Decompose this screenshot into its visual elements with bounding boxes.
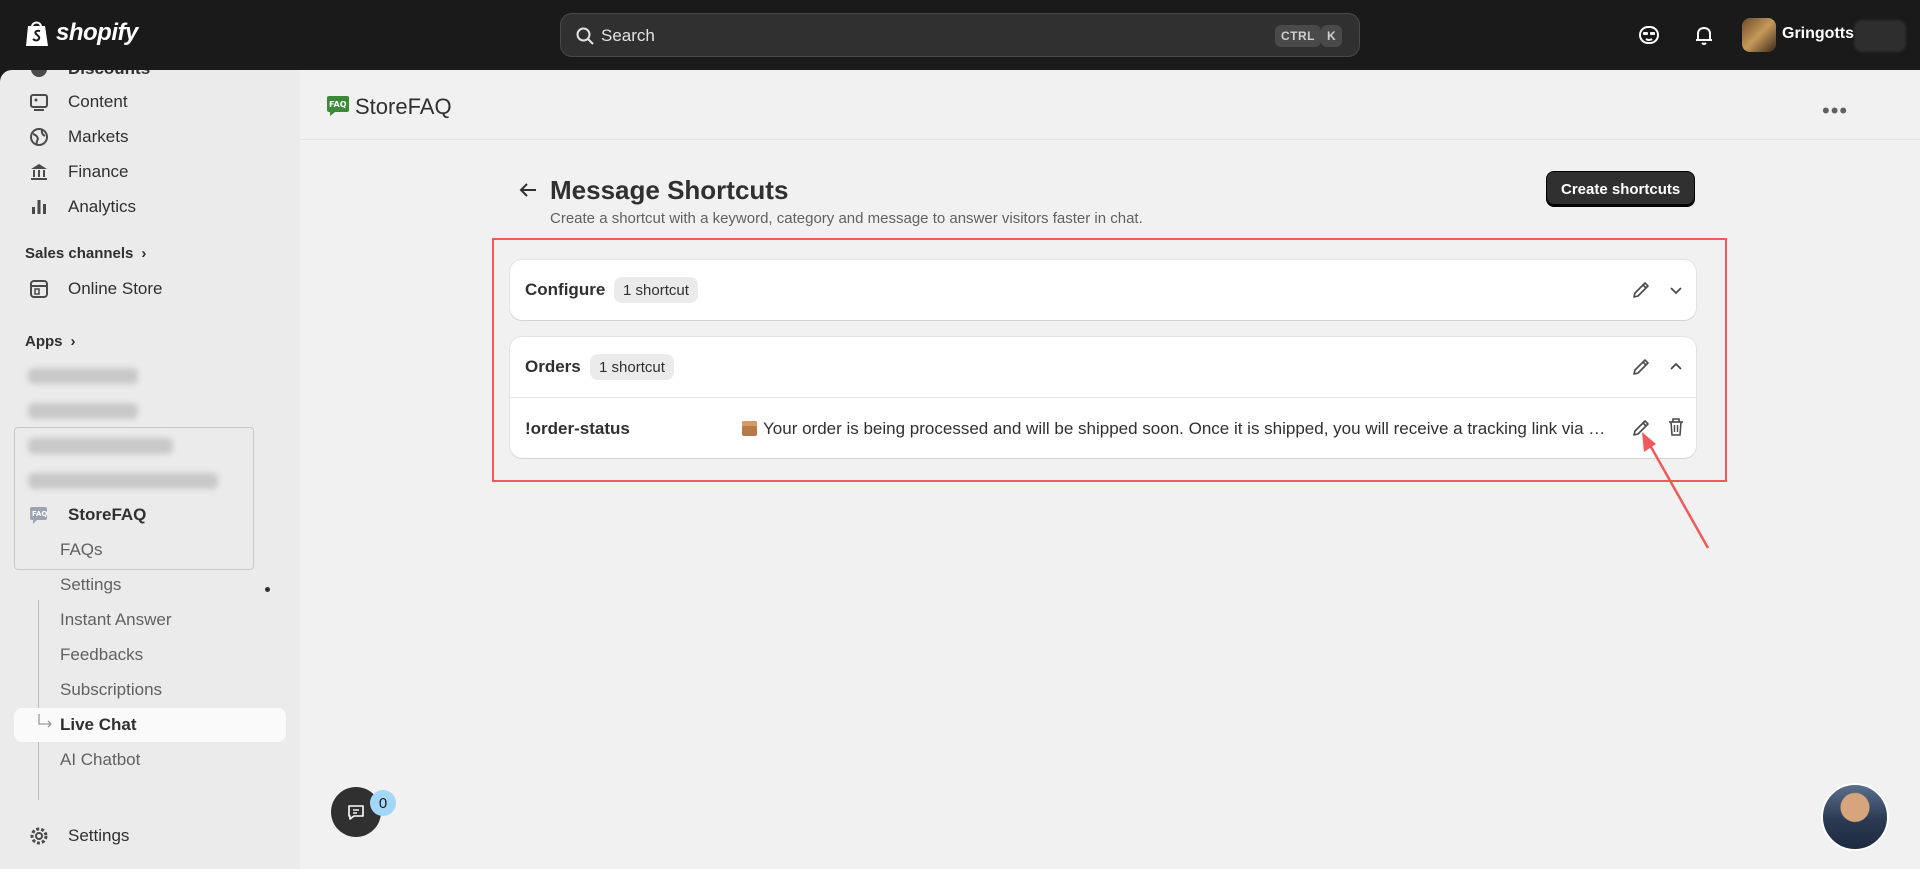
blurred-app-2: [28, 403, 138, 419]
category-header[interactable]: Configure 1 shortcut: [510, 260, 1696, 320]
discount-icon: [31, 70, 47, 77]
shopify-bag-icon: [26, 21, 48, 46]
store-icon: [30, 280, 48, 298]
category-name: Orders: [525, 357, 581, 376]
shortcut-key-ctrl: CTRL: [1275, 25, 1321, 47]
apps-heading[interactable]: Apps ›: [25, 333, 76, 350]
page-title: Message Shortcuts: [550, 175, 789, 205]
sidebar-subitem-label: Instant Answer: [60, 610, 172, 629]
faq-app-icon: FAQ: [327, 96, 349, 116]
globe-icon: [30, 128, 48, 146]
sales-channels-label: Sales channels: [25, 245, 134, 262]
chat-icon: [348, 805, 364, 820]
main-content: FAQ StoreFAQ ••• Message Shortcuts Creat…: [300, 70, 1920, 869]
support-agent-avatar[interactable]: [1821, 783, 1889, 851]
category-card-orders: Orders 1 shortcut !order-status Your ord…: [510, 337, 1696, 458]
create-shortcuts-button[interactable]: Create shortcuts: [1546, 171, 1696, 207]
sidebar-item-label: Finance: [68, 162, 129, 181]
shopify-logo[interactable]: shopify: [24, 18, 138, 48]
sidebar-subitem-ai-chatbot[interactable]: AI Chatbot: [14, 743, 286, 777]
chat-count-badge: 0: [370, 790, 396, 816]
sidebar-subitem-settings[interactable]: Settings: [14, 568, 286, 602]
shortcut-key-k: K: [1321, 25, 1343, 47]
sidebar-item-label: Online Store: [68, 279, 163, 298]
more-options-icon[interactable]: •••: [1822, 98, 1848, 124]
sidebar-subitem-label: Settings: [60, 575, 122, 594]
shortcut-keyword: !order-status: [525, 419, 630, 438]
sidebar-subitem-subscriptions[interactable]: Subscriptions: [14, 673, 286, 707]
brand-name: shopify: [56, 19, 138, 46]
bank-icon: [31, 164, 47, 180]
store-avatar[interactable]: [1742, 18, 1776, 52]
sidebar-subitem-faqs[interactable]: FAQs: [14, 533, 286, 567]
sidebar-subitem-label: AI Chatbot: [60, 750, 141, 769]
sidebar-item-storefaq[interactable]: FAQ StoreFAQ: [14, 498, 286, 532]
store-badge-blurred: [1854, 20, 1906, 52]
store-name[interactable]: Gringotts: [1782, 25, 1854, 43]
sidebar-item-online-store[interactable]: Online Store: [14, 272, 286, 306]
bell-icon[interactable]: [1692, 23, 1716, 47]
category-card-configure: Configure 1 shortcut: [510, 260, 1696, 320]
sidebar: Discounts Content Markets Finance Analyt…: [0, 70, 300, 869]
sidebar-subitem-label: Live Chat: [60, 715, 137, 734]
sidebar-subitem-live-chat[interactable]: Live Chat: [14, 708, 286, 742]
sidebar-subitem-feedbacks[interactable]: Feedbacks: [14, 638, 286, 672]
sales-channels-heading[interactable]: Sales channels ›: [25, 245, 146, 262]
shortcut-message-text: Your order is being processed and will b…: [763, 419, 1612, 438]
annotation-arrow-icon: [1642, 432, 1710, 549]
sidebar-item-settings[interactable]: Settings: [14, 819, 286, 853]
svg-text:FAQ: FAQ: [32, 510, 47, 518]
chevron-down-icon[interactable]: [1665, 279, 1687, 301]
sidebar-subitem-label: FAQs: [60, 540, 103, 559]
app-header: FAQ StoreFAQ •••: [300, 70, 1920, 140]
app-title: StoreFAQ: [355, 94, 452, 119]
sidebar-item-label: StoreFAQ: [68, 505, 147, 524]
sidebar-item-analytics[interactable]: Analytics: [14, 190, 286, 224]
sidebar-item-content[interactable]: Content: [14, 85, 286, 119]
sidebar-item-finance[interactable]: Finance: [14, 155, 286, 189]
sidebar-item-label: Settings: [68, 826, 130, 845]
sidebar-item-discounts[interactable]: Discounts: [14, 70, 286, 86]
tree-branch-icon: [38, 714, 52, 728]
shortcut-row[interactable]: !order-status Your order is being proces…: [510, 397, 1696, 458]
shortcut-count-badge: 1 shortcut: [614, 277, 698, 303]
search-bar[interactable]: Search CTRL K: [560, 13, 1360, 57]
blurred-app-4: [28, 473, 218, 489]
chevron-right-icon: ›: [70, 333, 76, 350]
app-icon-text: FAQ: [329, 100, 347, 109]
edit-pencil-icon[interactable]: [1630, 356, 1652, 378]
category-name: Configure: [525, 280, 606, 299]
shortcut-message: Your order is being processed and will b…: [742, 419, 1612, 439]
sidebar-item-markets[interactable]: Markets: [14, 120, 286, 154]
sidebar-item-label: Analytics: [68, 197, 137, 216]
top-bar: shopify Search CTRL K Gringotts: [0, 0, 1920, 70]
search-icon: [576, 27, 594, 45]
back-arrow-icon[interactable]: [516, 178, 540, 202]
sidebar-item-label: Markets: [68, 127, 129, 146]
chevron-up-icon[interactable]: [1665, 356, 1687, 378]
content-icon: [30, 94, 48, 111]
shortcut-count-badge: 1 shortcut: [590, 354, 674, 380]
category-header[interactable]: Orders 1 shortcut: [510, 337, 1696, 397]
package-icon: [742, 421, 757, 436]
blurred-app-3: [28, 438, 173, 454]
faq-app-icon: FAQ: [30, 507, 47, 524]
chevron-right-icon: ›: [141, 245, 147, 262]
sidebar-subitem-label: Feedbacks: [60, 645, 144, 664]
sidebar-subitem-label: Subscriptions: [60, 680, 163, 699]
gear-icon: [30, 827, 48, 845]
page-subtitle: Create a shortcut with a keyword, catego…: [550, 210, 1143, 227]
sidebar-item-label: Content: [68, 92, 128, 111]
sidebar-subitem-instant-answer[interactable]: Instant Answer: [14, 603, 286, 637]
support-icon[interactable]: [1637, 23, 1661, 47]
blurred-app-1: [28, 368, 138, 384]
bar-chart-icon: [32, 200, 46, 214]
sidebar-item-label: Discounts: [68, 70, 150, 79]
edit-pencil-icon[interactable]: [1630, 279, 1652, 301]
apps-label: Apps: [25, 333, 63, 350]
search-placeholder: Search: [601, 26, 655, 45]
